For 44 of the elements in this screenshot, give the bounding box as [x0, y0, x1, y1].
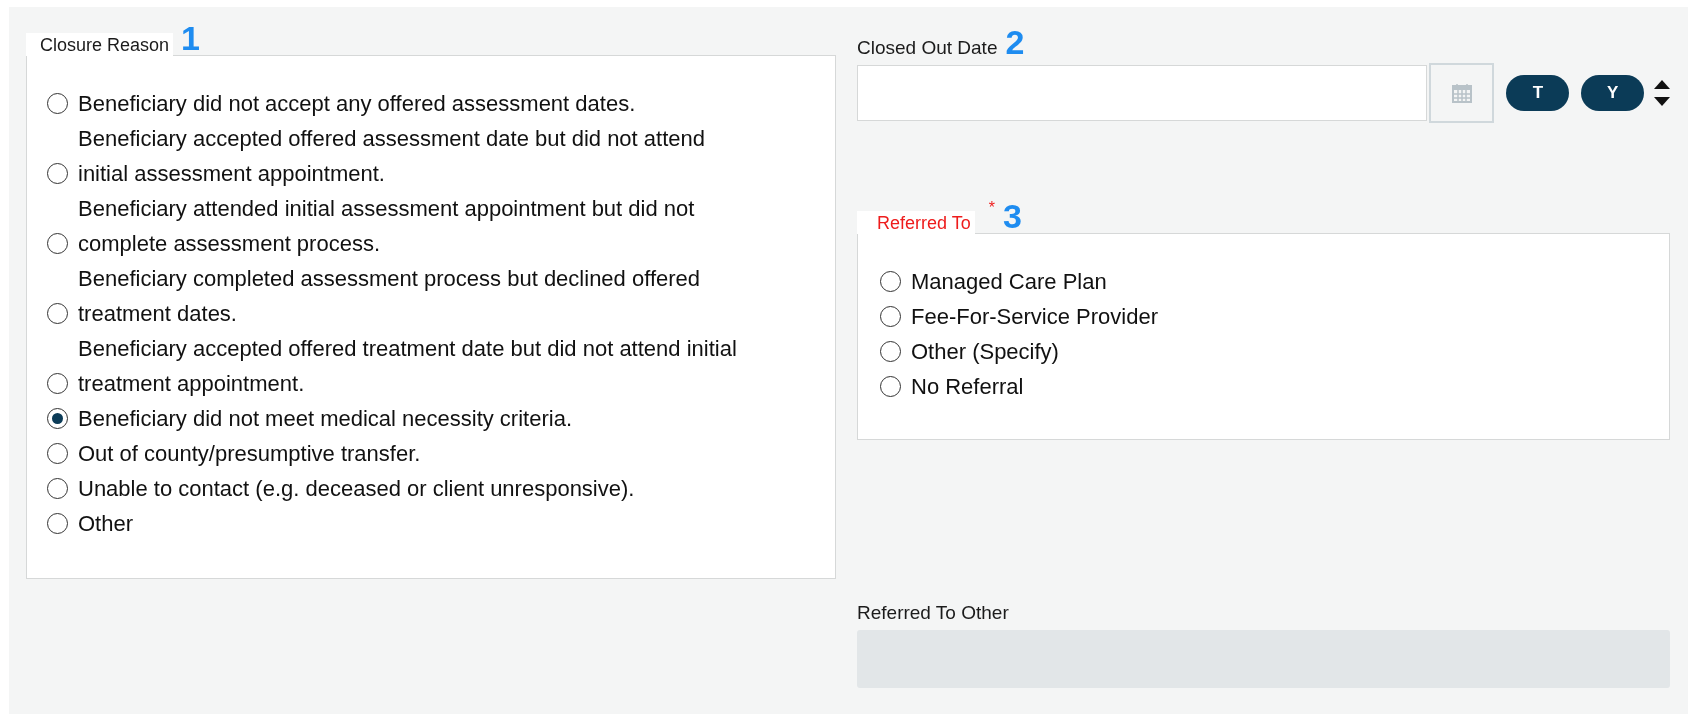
radio-option[interactable]: Managed Care Plan [880, 264, 1669, 299]
option-label: Managed Care Plan [911, 268, 1107, 296]
radio-option[interactable]: Fee-For-Service Provider [880, 299, 1669, 334]
option-label: complete assessment process. [78, 230, 382, 258]
date-input-field[interactable] [857, 65, 1427, 121]
down-arrow-icon[interactable] [1654, 97, 1670, 106]
option-label: Beneficiary completed assessment process but declined offered [78, 265, 701, 293]
annotation-number: 3 [1002, 199, 1022, 233]
radio-option[interactable]: Beneficiary attended initial assessment appointment but did not complete assessment process. [47, 191, 835, 261]
annotation-number: 2 [1005, 25, 1025, 59]
option-label: initial assessment appointment. [78, 160, 386, 188]
radio-option[interactable]: Beneficiary accepted offered assessment date but did not attend initial assessment appointment. [47, 121, 835, 191]
annotation-number: 1 [181, 21, 200, 55]
option-label: Beneficiary accepted offered treatment date but did not attend initial [78, 335, 737, 363]
option-label: Unable to contact (e.g. deceased or client unresponsive). [78, 475, 635, 503]
field-label: Referred To Other [857, 602, 1010, 624]
shortcut-button[interactable]: Y [1581, 75, 1644, 111]
section-legend: Closure Reason [26, 33, 174, 56]
radio-option[interactable]: Beneficiary accepted offered treatment date but did not attend initial treatment appointment. [47, 331, 835, 401]
option-label: Other (Specify) [911, 338, 1059, 366]
option-label: Beneficiary attended initial assessment appointment but did not [78, 195, 695, 223]
radio-option[interactable]: Beneficiary completed assessment process but declined offered treatment dates. [47, 261, 835, 331]
radio-option[interactable]: Beneficiary did not meet medical necessity criteria. [47, 401, 835, 436]
radio-option[interactable]: No Referral [880, 369, 1669, 404]
option-label: treatment dates. [78, 300, 238, 328]
radio-option[interactable]: Out of county/presumptive transfer. [47, 436, 835, 471]
option-label: Out of county/presumptive transfer. [78, 440, 421, 468]
calendar-icon [1450, 82, 1473, 104]
option-label: treatment appointment. [78, 370, 306, 398]
section-legend: Referred To [857, 211, 975, 234]
option-label: Beneficiary did not meet medical necessity criteria. [78, 405, 572, 433]
option-label: Other [78, 510, 134, 538]
radio-option[interactable]: Beneficiary did not accept any offered assessment dates. [47, 86, 835, 121]
required-mark: * [988, 199, 995, 217]
up-arrow-icon[interactable] [1654, 80, 1670, 89]
option-label: Fee-For-Service Provider [911, 303, 1158, 331]
option-label: No Referral [911, 373, 1024, 401]
option-label: Beneficiary did not accept any offered assessment dates. [78, 90, 636, 118]
radio-option[interactable]: Other (Specify) [880, 334, 1669, 369]
option-label: Beneficiary accepted offered assessment date but did not attend [78, 125, 705, 153]
field-label: Closed Out Date [857, 37, 998, 59]
radio-option[interactable]: Unable to contact (e.g. deceased or client unresponsive). [47, 471, 835, 506]
shortcut-button[interactable]: T [1506, 75, 1570, 111]
radio-option[interactable]: Other [47, 506, 835, 541]
